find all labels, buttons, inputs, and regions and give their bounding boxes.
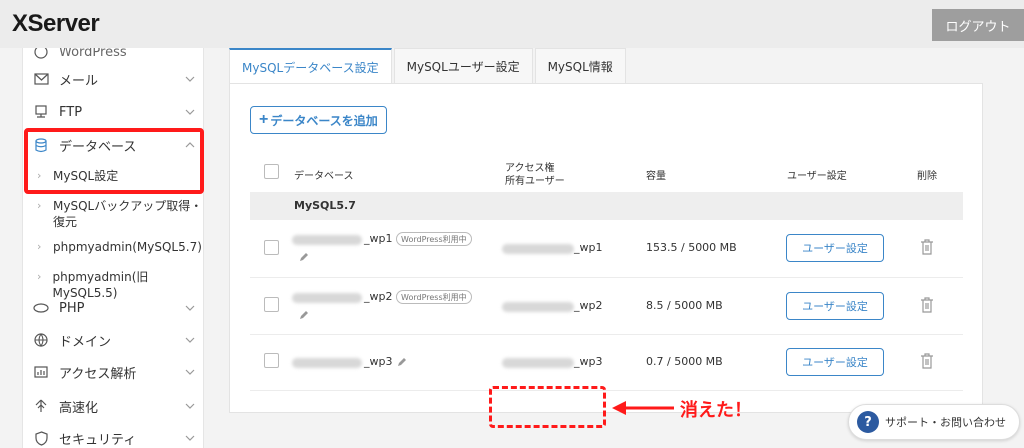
group-label: MySQL5.7 (294, 199, 356, 212)
trash-icon[interactable] (920, 353, 934, 369)
row-checkbox[interactable] (264, 240, 279, 255)
xserver-logo[interactable]: XServer (12, 10, 100, 38)
redacted-db-name (292, 293, 362, 303)
php-icon (33, 300, 49, 316)
redacted-db-name (292, 358, 362, 368)
user-settings-button[interactable]: ユーザー設定 (786, 234, 884, 262)
tab-mysql-database-settings[interactable]: MySQLデータベース設定 (229, 48, 392, 84)
column-header-owner: 所有ユーザー (505, 176, 565, 187)
capacity-value: 8.5 / 5000 MB (646, 299, 723, 312)
trash-icon[interactable] (920, 239, 934, 255)
row-divider (250, 277, 963, 278)
pencil-icon[interactable] (396, 356, 408, 368)
chevron-down-icon (185, 435, 195, 441)
tab-mysql-user-settings[interactable]: MySQLユーザー設定 (393, 48, 533, 84)
tab-mysql-info[interactable]: MySQL情報 (534, 48, 626, 84)
sidebar: WordPress メール FTP データベース › MySQL設定 › MyS… (22, 48, 204, 448)
add-database-button[interactable]: + データベースを追加 (250, 106, 387, 134)
column-header-capacity: 容量 (646, 171, 666, 182)
main-panel: + データベースを追加 データベース アクセス権 所有ユーザー 容量 ユーザー設… (229, 83, 983, 413)
pencil-icon[interactable] (298, 309, 310, 321)
column-header-database: データベース (294, 171, 354, 182)
sidebar-item-label: ドメイン (59, 334, 112, 350)
sidebar-item-ftp[interactable]: FTP (23, 96, 203, 128)
chevron-down-icon (185, 337, 195, 343)
sidebar-item-speed[interactable]: 高速化 (23, 390, 203, 422)
chevron-right-icon: › (37, 270, 42, 283)
redacted-user-name (502, 302, 574, 312)
trash-icon[interactable] (920, 297, 934, 313)
wordpress-badge: WordPress利用中 (396, 290, 472, 304)
question-icon: ? (857, 411, 879, 433)
owner-user-suffix: _wp1 (574, 241, 603, 254)
sidebar-item-security[interactable]: セキュリティ (23, 422, 203, 448)
db-name-suffix: _wp1 (364, 232, 393, 245)
user-settings-button[interactable]: ユーザー設定 (786, 292, 884, 320)
user-settings-button[interactable]: ユーザー設定 (786, 348, 884, 376)
row-divider (250, 390, 963, 391)
column-header-delete: 削除 (917, 171, 937, 182)
wordpress-badge: WordPress利用中 (396, 232, 472, 246)
plus-icon: + (259, 111, 269, 128)
column-header-user-settings: ユーザー設定 (787, 171, 847, 182)
sidebar-item-label: FTP (59, 104, 83, 120)
redacted-user-name (502, 244, 574, 254)
removed-item-annotation-box (489, 386, 606, 428)
chevron-down-icon (185, 76, 195, 82)
redacted-db-name (292, 235, 362, 245)
chevron-right-icon: › (37, 199, 42, 212)
sidebar-item-label: メール (59, 73, 99, 89)
sidebar-item-label: アクセス解析 (59, 366, 137, 382)
sidebar-subitem-mysql-backup[interactable]: › MySQLバックアップ取得・復元 (23, 198, 203, 230)
sidebar-item-label: セキュリティ (59, 432, 137, 448)
globe-icon (33, 332, 49, 348)
owner-user-suffix: _wp3 (574, 355, 603, 368)
shield-icon (33, 430, 49, 446)
row-checkbox[interactable] (264, 353, 279, 368)
chevron-down-icon (185, 369, 195, 375)
add-database-label: データベースを追加 (270, 113, 378, 128)
capacity-value: 153.5 / 5000 MB (646, 241, 737, 254)
support-contact-button[interactable]: ? サポート・お問い合わせ (848, 404, 1020, 440)
logout-button[interactable]: ログアウト (932, 9, 1024, 41)
pencil-icon[interactable] (298, 251, 310, 263)
tab-bar: MySQLデータベース設定 MySQLユーザー設定 MySQL情報 (229, 48, 628, 84)
row-checkbox[interactable] (264, 297, 279, 312)
group-row-mysql57: MySQL5.7 (250, 192, 963, 220)
select-all-checkbox[interactable] (264, 164, 279, 179)
support-label: サポート・お問い合わせ (885, 416, 1006, 429)
chevron-down-icon (185, 109, 195, 115)
redacted-user-name (502, 358, 574, 368)
db-name-suffix: _wp3 (364, 355, 393, 368)
chevron-down-icon (185, 305, 195, 311)
speed-icon (33, 398, 49, 414)
chevron-down-icon (185, 403, 195, 409)
db-name-suffix: _wp2 (364, 290, 393, 303)
sidebar-item-analytics[interactable]: アクセス解析 (23, 356, 203, 388)
row-divider (250, 334, 963, 335)
highlight-annotation-box (24, 128, 204, 194)
chart-icon (33, 364, 49, 380)
annotation-text: 消えた！ (680, 400, 752, 421)
capacity-value: 0.7 / 5000 MB (646, 355, 723, 368)
sidebar-subitem-phpmyadmin-57[interactable]: › phpmyadmin(MySQL5.7) (23, 239, 203, 255)
owner-user-suffix: _wp2 (574, 299, 603, 312)
sidebar-item-label: WordPress (59, 48, 127, 60)
wordpress-icon (33, 48, 49, 60)
sidebar-item-label: PHP (59, 300, 85, 316)
sidebar-item-label: 高速化 (59, 400, 99, 416)
chevron-right-icon: › (37, 240, 42, 253)
mail-icon (33, 71, 49, 87)
ftp-icon (33, 104, 49, 120)
sidebar-item-domain[interactable]: ドメイン (23, 324, 203, 356)
sidebar-item-php[interactable]: PHP (23, 292, 203, 324)
sidebar-item-mail[interactable]: メール (23, 63, 203, 95)
arrow-left-icon (612, 401, 674, 415)
top-header: XServer ログアウト (0, 0, 1024, 48)
